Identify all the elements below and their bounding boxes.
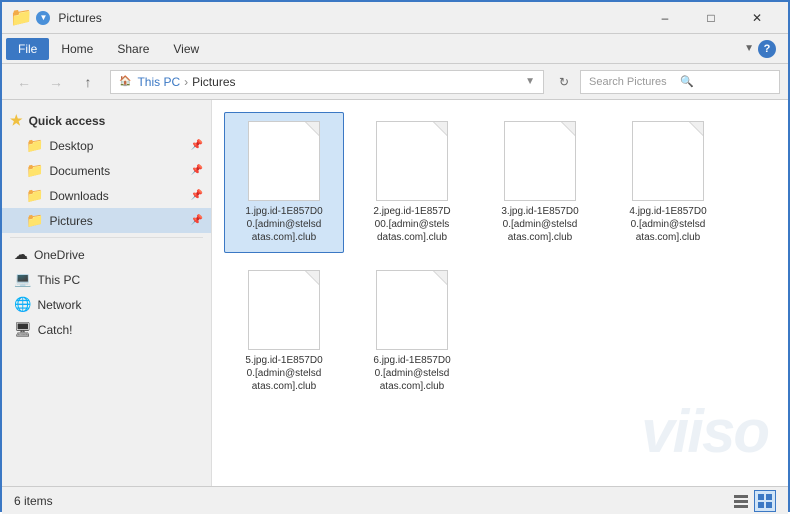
documents-folder-icon: 📁 [26,162,43,179]
file-item-3[interactable]: 3.jpg.id-1E857D00.[admin@stelsdatas.com]… [480,112,600,253]
pictures-folder-icon: 📁 [26,212,43,229]
sidebar-item-network[interactable]: 🌐 Network [2,292,211,317]
close-button[interactable]: ✕ [734,2,780,34]
title-controls: – □ ✕ [642,2,780,34]
desktop-folder-icon: 📁 [26,137,43,154]
menu-view[interactable]: View [161,38,211,60]
pin-icon-documents: 📌 [191,165,203,176]
grid-view-button[interactable] [754,490,776,512]
sidebar-item-desktop[interactable]: 📁 Desktop 📌 [2,133,211,158]
catch-icon: 🖥 [14,321,32,338]
pin-icon-pictures: 📌 [191,215,203,226]
file-name-1: 1.jpg.id-1E857D00.[admin@stelsdatas.com]… [245,205,322,244]
address-bar[interactable]: 🏠 This PC › Pictures ▼ [110,70,544,94]
sidebar-item-pictures[interactable]: 📁 Pictures 📌 [2,208,211,233]
catch-label: Catch! [38,323,73,337]
refresh-button[interactable]: ↻ [552,70,576,94]
pictures-label: Pictures [49,214,92,228]
back-button[interactable]: ← [10,68,38,96]
thispc-label: This PC [37,273,80,287]
forward-button[interactable]: → [42,68,70,96]
address-dropdown-icon[interactable]: ▼ [525,76,535,87]
quick-access-header[interactable]: ★ Quick access [2,108,211,133]
maximize-button[interactable]: □ [688,2,734,34]
quick-access-label: Quick access [29,114,106,128]
sidebar-item-onedrive[interactable]: ☁ OneDrive [2,242,211,267]
star-icon: ★ [10,112,23,129]
breadcrumb-separator: › [184,75,188,89]
content-area: viiso 1.jpg.id-1E857D00.[admin@stelsdata… [212,100,788,486]
file-item-4[interactable]: 4.jpg.id-1E857D00.[admin@stelsdatas.com]… [608,112,728,253]
title-bar-icons: 📁 ▼ [10,7,50,28]
downloads-label: Downloads [49,189,108,203]
watermark: viiso [641,397,768,466]
file-item-2[interactable]: 2.jpeg.id-1E857D00.[admin@stelsdatas.com… [352,112,472,253]
file-name-3: 3.jpg.id-1E857D00.[admin@stelsdatas.com]… [501,205,578,244]
files-grid: 1.jpg.id-1E857D00.[admin@stelsdatas.com]… [220,108,780,406]
minimize-button[interactable]: – [642,2,688,34]
main-layout: ★ Quick access 📁 Desktop 📌 📁 Documents 📌… [2,100,788,486]
quick-access-icon: ▼ [36,11,50,25]
file-thumb-1 [248,121,320,201]
thispc-icon: 💻 [14,271,31,288]
file-thumb-2 [376,121,448,201]
pin-icon-desktop: 📌 [191,140,203,151]
quick-access-section: ★ Quick access 📁 Desktop 📌 📁 Documents 📌… [2,108,211,233]
help-icon[interactable]: ? [758,40,776,58]
file-thumb-6 [376,270,448,350]
breadcrumb-home-icon: 🏠 [119,76,131,87]
sidebar-item-downloads[interactable]: 📁 Downloads 📌 [2,183,211,208]
network-label: Network [37,298,81,312]
onedrive-label: OneDrive [34,248,85,262]
title-bar: 📁 ▼ Pictures – □ ✕ [2,2,788,34]
sidebar-item-documents[interactable]: 📁 Documents 📌 [2,158,211,183]
up-button[interactable]: ↑ [74,68,102,96]
view-controls [730,490,776,512]
breadcrumb-this-pc[interactable]: This PC [137,75,180,89]
desktop-label: Desktop [49,139,93,153]
file-name-4: 4.jpg.id-1E857D00.[admin@stelsdatas.com]… [629,205,706,244]
pin-icon-downloads: 📌 [191,190,203,201]
file-name-2: 2.jpeg.id-1E857D00.[admin@stelsdatas.com… [373,205,450,244]
file-item-6[interactable]: 6.jpg.id-1E857D00.[admin@stelsdatas.com]… [352,261,472,402]
menu-share[interactable]: Share [105,38,161,60]
file-name-5: 5.jpg.id-1E857D00.[admin@stelsdatas.com]… [245,354,322,393]
menu-home[interactable]: Home [49,38,105,60]
file-thumb-3 [504,121,576,201]
onedrive-icon: ☁ [14,246,28,263]
breadcrumb-current: Pictures [192,75,235,89]
file-item-5[interactable]: 5.jpg.id-1E857D00.[admin@stelsdatas.com]… [224,261,344,402]
sidebar-item-this-pc[interactable]: 💻 This PC [2,267,211,292]
file-item-1[interactable]: 1.jpg.id-1E857D00.[admin@stelsdatas.com]… [224,112,344,253]
item-count: 6 items [14,494,53,508]
toolbar: ← → ↑ 🏠 This PC › Pictures ▼ ↻ Search Pi… [2,64,788,100]
status-bar: 6 items [2,486,788,514]
file-thumb-4 [632,121,704,201]
search-bar[interactable]: Search Pictures 🔍 [580,70,780,94]
downloads-folder-icon: 📁 [26,187,43,204]
menu-file[interactable]: File [6,38,49,60]
list-view-button[interactable] [730,490,752,512]
network-icon: 🌐 [14,296,31,313]
file-thumb-5 [248,270,320,350]
sidebar-divider-1 [10,237,203,238]
menu-bar: File Home Share View ▼ ? [2,34,788,64]
sidebar: ★ Quick access 📁 Desktop 📌 📁 Documents 📌… [2,100,212,486]
expand-ribbon-icon[interactable]: ▼ [744,43,754,54]
sidebar-item-catch[interactable]: 🖥 Catch! [2,317,211,342]
folder-icon: 📁 [10,7,32,28]
search-icon[interactable]: 🔍 [680,75,771,88]
documents-label: Documents [49,164,110,178]
file-name-6: 6.jpg.id-1E857D00.[admin@stelsdatas.com]… [373,354,450,393]
window-title: Pictures [58,11,642,25]
search-placeholder: Search Pictures [589,76,680,88]
